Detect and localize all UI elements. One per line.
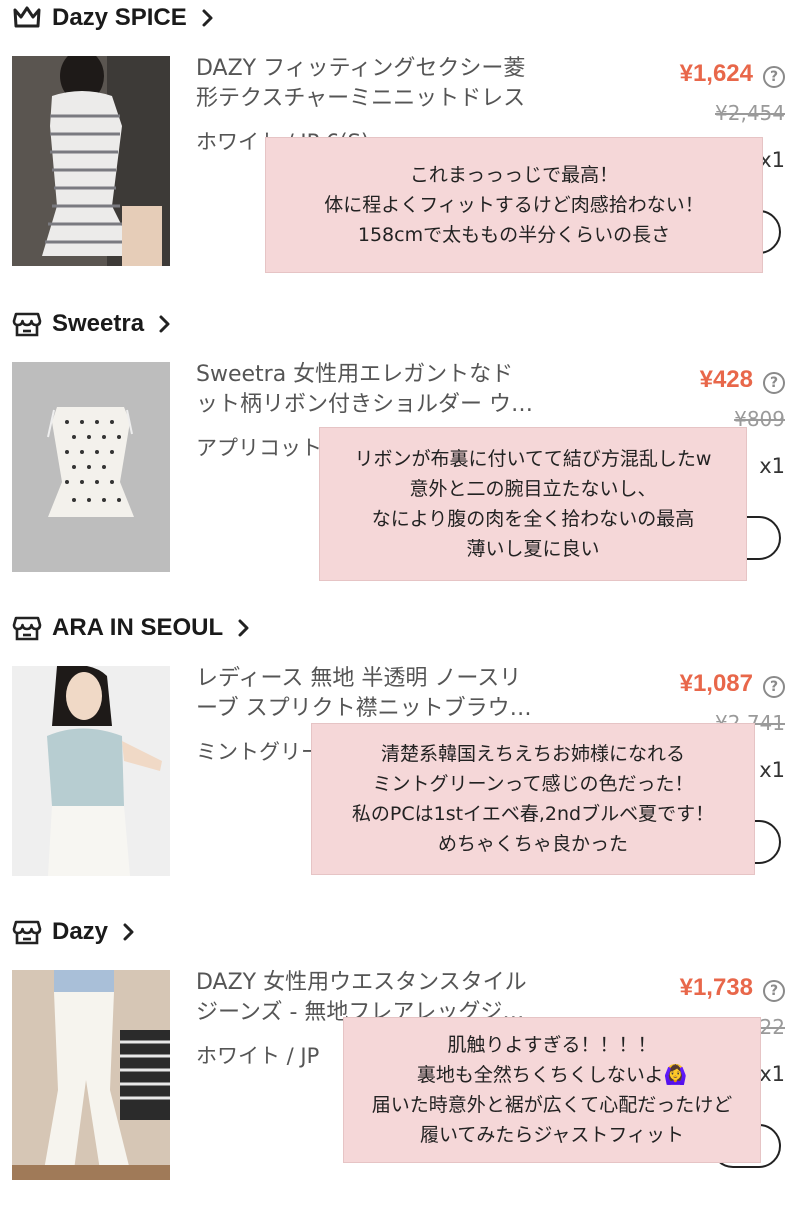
note-line: めちゃくちゃ良かった	[437, 833, 628, 855]
product-image[interactable]	[12, 666, 170, 876]
question-circle-icon[interactable]: ?	[763, 980, 785, 1002]
note-line: ミントグリーンって感じの色だった！	[372, 773, 694, 795]
note-line: 届いた時意外と裾が広くて心配だったけど	[371, 1094, 733, 1116]
quantity: x1	[759, 454, 785, 478]
store-section-dazy: Dazy DAZY 女性用ウエスタンスタイル ジーンズ - 無地フレアレッグジ……	[0, 914, 803, 1218]
review-note: これまっっっじで最高！ 体に程よくフィットするけど肉感拾わない！ 158cmで太…	[266, 138, 762, 272]
note-line: なにより腹の肉を全く拾わないの最高	[371, 508, 695, 530]
store-section-sweetra: Sweetra Sweetra 女性用エレガントなド ット柄リボン付きショルダー…	[0, 306, 803, 610]
store-name[interactable]: ARA IN SEOUL	[52, 614, 223, 642]
product-variant[interactable]: ホワイト / JP	[196, 1040, 319, 1070]
quantity: x1	[759, 758, 785, 782]
product-variant[interactable]: アプリコット	[196, 432, 322, 462]
product-price: ¥1,738	[679, 974, 753, 1001]
note-line: 意外と二の腕目立たないし、	[409, 478, 657, 500]
review-note: リボンが布裏に付いてて結び方混乱したw 意外と二の腕目立たないし、 なにより腹の…	[320, 428, 746, 580]
original-price: ¥2,454	[715, 101, 785, 125]
note-line: 肌触りよすぎる！！！！	[447, 1034, 657, 1056]
product-image[interactable]	[12, 970, 170, 1180]
store-header[interactable]: ARA IN SEOUL	[12, 610, 251, 646]
storefront-icon	[12, 918, 42, 946]
review-note: 肌触りよすぎる！！！！ 裏地も全然ちくちくしないよ🙆‍♀️ 届いた時意外と裾が広…	[344, 1018, 760, 1162]
note-line: 清楚系韓国えちえちお姉様になれる	[380, 743, 685, 765]
product-title[interactable]: Sweetra 女性用エレガントなド ット柄リボン付きショルダー ウ…	[196, 360, 566, 420]
product-price: ¥1,087	[679, 670, 753, 697]
chevron-right-icon[interactable]	[122, 922, 136, 942]
storefront-icon	[12, 614, 42, 642]
store-section-dazy-spice: Dazy SPICE DAZY フィッティングセクシー菱 形テクスチャーミニニッ…	[0, 0, 803, 304]
question-circle-icon[interactable]: ?	[763, 372, 785, 394]
chevron-right-icon[interactable]	[201, 8, 215, 28]
store-name[interactable]: Dazy	[52, 918, 108, 946]
review-note: 清楚系韓国えちえちお姉様になれる ミントグリーンって感じの色だった！ 私のPCは…	[312, 724, 754, 874]
product-title[interactable]: レディース 無地 半透明 ノースリ ーブ スプリクト襟ニットブラウ…	[196, 664, 566, 724]
note-line: 裏地も全然ちくちくしないよ🙆‍♀️	[416, 1064, 688, 1086]
storefront-icon	[12, 310, 42, 338]
note-line: 薄いし夏に良い	[466, 538, 600, 560]
crown-store-icon	[12, 4, 42, 32]
note-line: 私のPCは1stイエベ春,2ndブルベ夏です！	[351, 803, 715, 825]
product-price: ¥1,624	[679, 60, 753, 87]
product-image[interactable]	[12, 362, 170, 572]
store-header[interactable]: Dazy SPICE	[12, 0, 215, 36]
product-image[interactable]	[12, 56, 170, 266]
store-name[interactable]: Sweetra	[52, 310, 144, 338]
question-circle-icon[interactable]: ?	[763, 676, 785, 698]
chevron-right-icon[interactable]	[237, 618, 251, 638]
question-circle-icon[interactable]: ?	[763, 66, 785, 88]
product-title[interactable]: DAZY フィッティングセクシー菱 形テクスチャーミニニットドレス	[196, 54, 566, 114]
note-line: これまっっっじで最高！	[409, 164, 619, 186]
store-header[interactable]: Dazy	[12, 914, 136, 950]
store-header[interactable]: Sweetra	[12, 306, 172, 342]
note-line: 履いてみたらジャストフィット	[419, 1124, 685, 1146]
product-price: ¥428	[699, 366, 753, 393]
note-line: 体に程よくフィットするけど肉感拾わない！	[324, 194, 704, 216]
store-section-ara-in-seoul: ARA IN SEOUL レディース 無地 半透明 ノースリ ーブ スプリクト襟…	[0, 610, 803, 914]
chevron-right-icon[interactable]	[158, 314, 172, 334]
quantity: x1	[759, 148, 785, 172]
quantity: x1	[759, 1062, 785, 1086]
note-line: 158cmで太ももの半分くらいの長さ	[357, 224, 671, 246]
store-name[interactable]: Dazy SPICE	[52, 4, 187, 32]
note-line: リボンが布裏に付いてて結び方混乱したw	[354, 448, 712, 470]
